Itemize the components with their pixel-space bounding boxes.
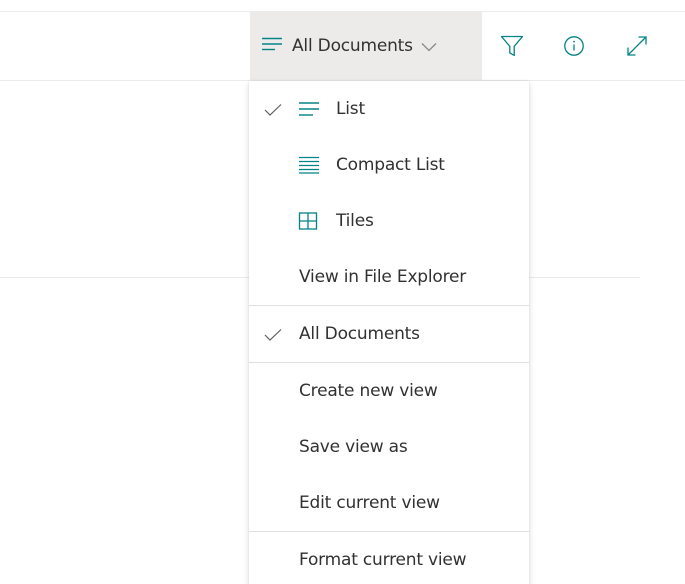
menu-item-label: Compact List xyxy=(336,155,445,175)
menu-item-label: Format current view xyxy=(299,550,467,570)
menu-item-compact-list[interactable]: Compact List xyxy=(249,137,529,193)
filter-icon[interactable] xyxy=(499,33,525,59)
menu-item-label: All Documents xyxy=(299,324,420,344)
document-library-page: All Documents List Compact List Tiles Vi… xyxy=(0,0,685,584)
info-icon[interactable] xyxy=(561,33,587,59)
checkmark-icon xyxy=(264,327,282,346)
menu-item-label: Save view as xyxy=(299,437,408,457)
menu-item-all-documents[interactable]: All Documents xyxy=(249,306,529,362)
menu-item-label: List xyxy=(336,99,365,119)
menu-item-label: Create new view xyxy=(299,381,438,401)
expand-icon[interactable] xyxy=(624,33,650,59)
chevron-down-icon xyxy=(421,37,437,56)
view-switcher-button[interactable]: All Documents xyxy=(250,12,482,80)
menu-item-label: View in File Explorer xyxy=(299,267,467,287)
view-options-menu: List Compact List Tiles View in File Exp… xyxy=(249,81,529,584)
checkmark-icon xyxy=(264,102,282,121)
menu-item-tiles[interactable]: Tiles xyxy=(249,193,529,249)
menu-item-label: Edit current view xyxy=(299,493,440,513)
menu-item-label: Tiles xyxy=(336,211,374,231)
menu-item-format-current-view[interactable]: Format current view xyxy=(249,532,529,584)
list-icon xyxy=(298,100,320,122)
menu-item-save-view-as[interactable]: Save view as xyxy=(249,419,529,475)
menu-item-create-new-view[interactable]: Create new view xyxy=(249,363,529,419)
menu-item-edit-current-view[interactable]: Edit current view xyxy=(249,475,529,531)
current-view-label: All Documents xyxy=(292,36,413,56)
menu-item-list[interactable]: List xyxy=(249,81,529,137)
compact-list-icon xyxy=(298,156,320,178)
tiles-icon xyxy=(298,212,318,234)
menu-item-view-in-file-explorer[interactable]: View in File Explorer xyxy=(249,249,529,305)
lines-icon xyxy=(261,36,283,56)
